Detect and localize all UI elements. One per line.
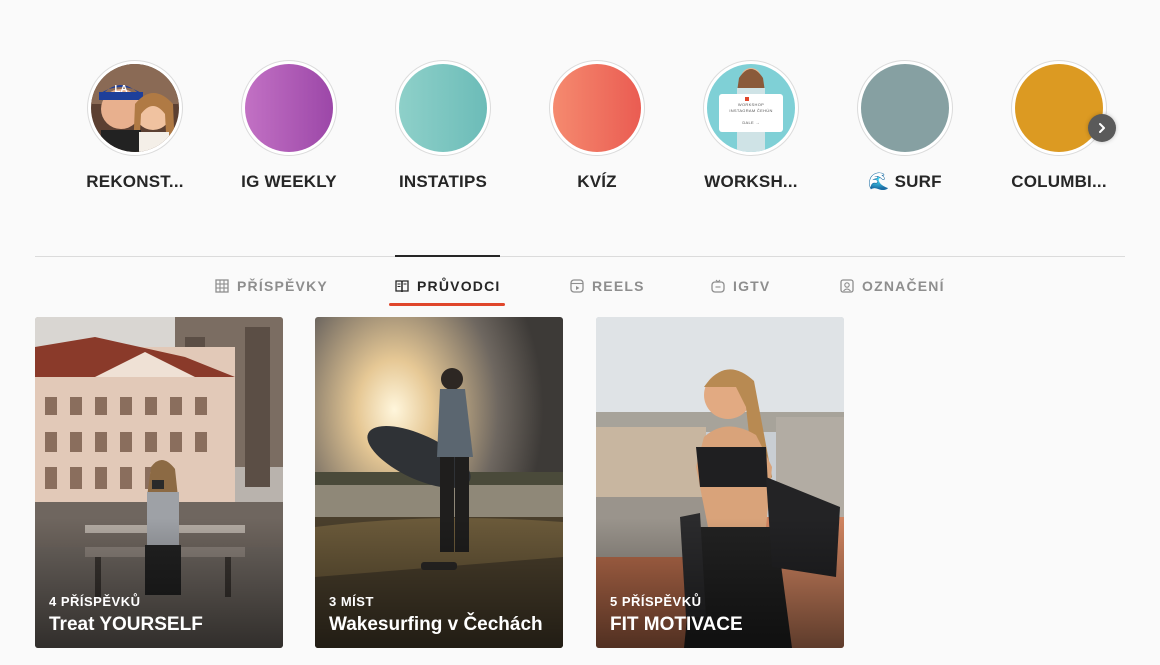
tab-label: OZNAČENÍ	[862, 278, 945, 294]
guide-card-treat-yourself[interactable]: 4 PŘÍSPĚVKŮ Treat YOURSELF	[35, 317, 283, 648]
highlights-next-button[interactable]	[1088, 114, 1116, 142]
tab-label: REELS	[592, 278, 645, 294]
highlight-label: REKONST...	[86, 172, 184, 191]
tagged-person-icon	[840, 279, 854, 293]
svg-text:LA: LA	[114, 84, 127, 95]
guide-post-count: 4 PŘÍSPĚVKŮ	[49, 594, 141, 609]
guide-place-count: 3 MÍST	[329, 594, 374, 609]
highlight-label: 🌊 SURF	[868, 172, 942, 191]
guide-title: Wakesurfing v Čechách	[329, 614, 543, 635]
guide-card-fit-motivace[interactable]: 5 PŘÍSPĚVKŮ FIT MOTIVACE	[596, 317, 844, 648]
tab-posts[interactable]: PŘÍSPĚVKY	[215, 278, 328, 294]
card-caption: 5 PŘÍSPĚVKŮ FIT MOTIVACE	[610, 594, 830, 636]
active-tab-highlight	[389, 303, 505, 306]
tab-guides[interactable]: PRŮVODCI	[395, 278, 501, 294]
tab-label: PŘÍSPĚVKY	[237, 278, 328, 294]
highlight-cover-color	[245, 64, 333, 152]
grid-icon	[215, 279, 229, 293]
workshop-card-cta: DALE →	[742, 120, 760, 125]
tab-tagged[interactable]: OZNAČENÍ	[840, 278, 945, 294]
guide-post-count: 5 PŘÍSPĚVKŮ	[610, 594, 702, 609]
highlight-rekonstrukce[interactable]: LA REKONST...	[60, 60, 210, 192]
highlight-label: COLUMBI...	[1011, 172, 1107, 191]
guide-title: Treat YOURSELF	[49, 614, 203, 635]
reels-icon	[570, 279, 584, 293]
highlight-ring	[857, 60, 953, 156]
active-tab-indicator	[395, 255, 500, 257]
card-caption: 4 PŘÍSPĚVKŮ Treat YOURSELF	[49, 594, 269, 636]
highlight-cover-image: LA	[91, 64, 179, 152]
highlight-cover-color	[553, 64, 641, 152]
guide-title: FIT MOTIVACE	[610, 614, 743, 635]
tab-igtv[interactable]: IGTV	[711, 278, 770, 294]
highlight-cover-color	[399, 64, 487, 152]
tab-label: IGTV	[733, 278, 771, 294]
highlight-ring	[241, 60, 337, 156]
highlight-cover-image: WORKSHOP INSTAGRAM ČEHÚN DALE →	[707, 64, 795, 152]
highlight-kviz[interactable]: KVÍZ	[522, 60, 672, 192]
highlight-ring	[1011, 60, 1107, 156]
profile-tabs: PŘÍSPĚVKY PRŮVODCI REELS IGTV OZNAČENÍ	[0, 270, 1160, 310]
workshop-card-line-2: INSTAGRAM ČEHÚN	[729, 108, 773, 113]
chevron-right-icon	[1099, 123, 1105, 133]
highlight-workshop[interactable]: WORKSHOP INSTAGRAM ČEHÚN DALE → WORKSH..…	[676, 60, 826, 192]
card-caption: 3 MÍST Wakesurfing v Čechách	[329, 594, 549, 636]
highlight-ring	[395, 60, 491, 156]
workshop-card-text: WORKSHOP INSTAGRAM ČEHÚN DALE →	[719, 102, 783, 126]
highlight-ring: LA	[87, 60, 183, 156]
igtv-icon	[711, 279, 725, 293]
highlight-cover-color	[861, 64, 949, 152]
highlight-label: IG WEEKLY	[241, 172, 337, 191]
highlight-cover-color	[1015, 64, 1103, 152]
story-highlights: LA REKONST... IG WEEKLY INSTATIPS KVÍZ W…	[60, 60, 1130, 200]
guide-card-wakesurfing[interactable]: 3 MÍST Wakesurfing v Čechách	[315, 317, 563, 648]
guide-book-icon	[395, 280, 409, 293]
tab-reels[interactable]: REELS	[570, 278, 645, 294]
highlight-instatips[interactable]: INSTATIPS	[368, 60, 518, 192]
tab-label: PRŮVODCI	[417, 278, 501, 294]
highlight-ring	[549, 60, 645, 156]
tabs-divider	[35, 256, 1125, 257]
couple-photo-image: LA	[91, 64, 179, 152]
highlight-label: WORKSH...	[704, 172, 798, 191]
highlight-label: INSTATIPS	[398, 172, 488, 191]
highlight-ring: WORKSHOP INSTAGRAM ČEHÚN DALE →	[703, 60, 799, 156]
profile-page: LA REKONST... IG WEEKLY INSTATIPS KVÍZ W…	[0, 0, 1160, 665]
highlight-label: KVÍZ	[577, 172, 617, 191]
highlight-ig-weekly[interactable]: IG WEEKLY	[214, 60, 364, 192]
highlight-surf[interactable]: 🌊 SURF	[830, 60, 980, 192]
